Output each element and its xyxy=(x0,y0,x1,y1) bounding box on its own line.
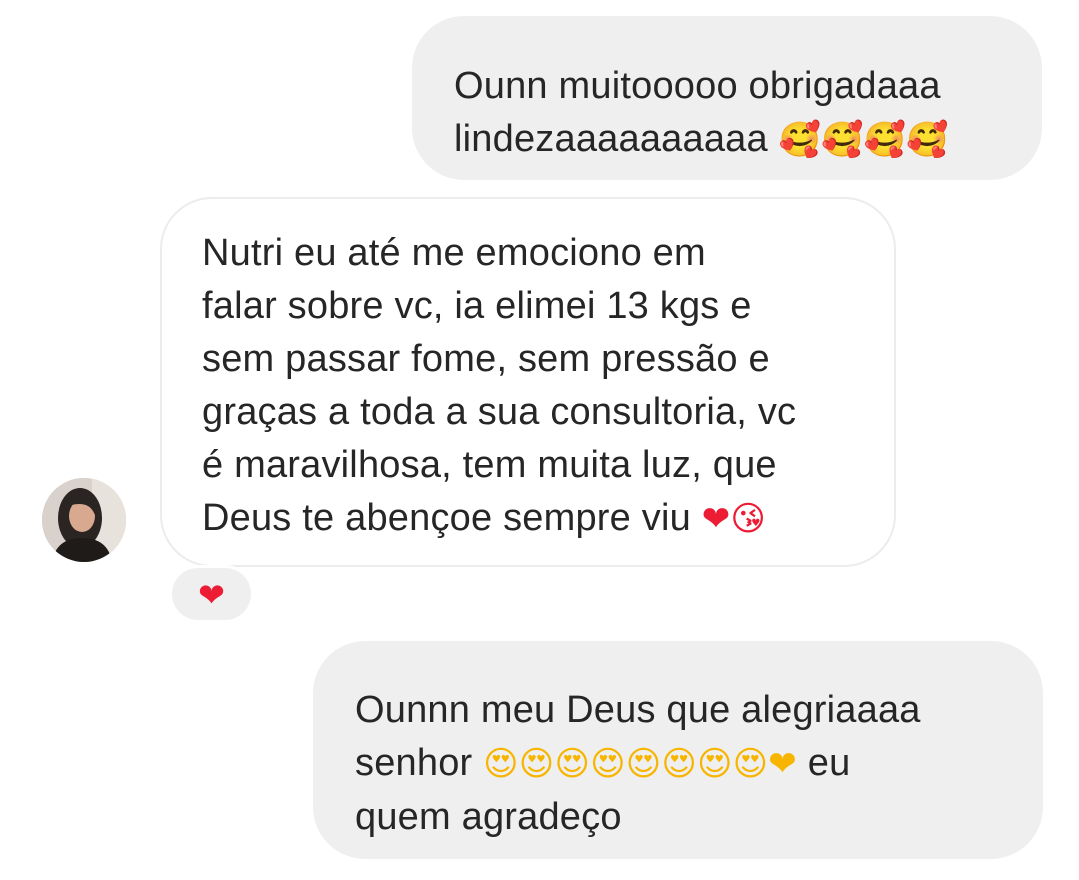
message-text-line: Ounnn meu Deus que alegriaaaa xyxy=(355,689,921,731)
message-text-fragment: lindezaaaaaaaaaa xyxy=(454,118,768,160)
smiling-face-with-hearts-icon: 🥰🥰🥰🥰 xyxy=(778,120,949,160)
message-text-line: Nutri eu até me emociono em xyxy=(202,232,706,274)
message-text-line: graças a toda a sua consultoria, vc xyxy=(202,391,797,433)
message-text-fragment: Deus te abençoe sempre viu xyxy=(202,497,691,539)
avatar-image xyxy=(42,478,126,562)
message-bubble-sent[interactable]: Ounnn meu Deus que alegriaaaa senhor 😍😍😍… xyxy=(313,641,1043,859)
message-text-line: é maravilhosa, tem muita luz, que xyxy=(202,444,777,486)
message-text-line: lindezaaaaaaaaaa 🥰🥰🥰🥰 xyxy=(454,113,1002,167)
message-bubble-received[interactable]: Nutri eu até me emociono em falar sobre … xyxy=(160,197,896,567)
message-text-line: sem passar fome, sem pressão e xyxy=(202,338,770,380)
message-text-line: senhor 😍😍😍😍😍😍😍😍❤ eu xyxy=(355,737,1003,791)
message-text-line: Ounn muitooooo obrigadaaa xyxy=(454,65,941,107)
user-avatar[interactable] xyxy=(42,478,126,562)
heart-and-kiss-icon: ❤😘 xyxy=(701,499,767,539)
message-text-fragment: senhor xyxy=(355,742,473,784)
red-heart-icon: ❤ xyxy=(198,576,225,614)
message-bubble-sent[interactable]: Ounn muitooooo obrigadaaa lindezaaaaaaaa… xyxy=(412,16,1042,180)
message-text-fragment: eu xyxy=(807,742,851,784)
message-text-line: Deus te abençoe sempre viu ❤😘 xyxy=(202,492,854,546)
message-reaction[interactable]: ❤ xyxy=(169,565,254,623)
heart-eyes-icon: 😍😍😍😍😍😍😍😍❤ xyxy=(483,744,797,784)
message-text-line: falar sobre vc, ia elimei 13 kgs e xyxy=(202,285,752,327)
message-text-line: quem agradeço xyxy=(355,796,622,838)
